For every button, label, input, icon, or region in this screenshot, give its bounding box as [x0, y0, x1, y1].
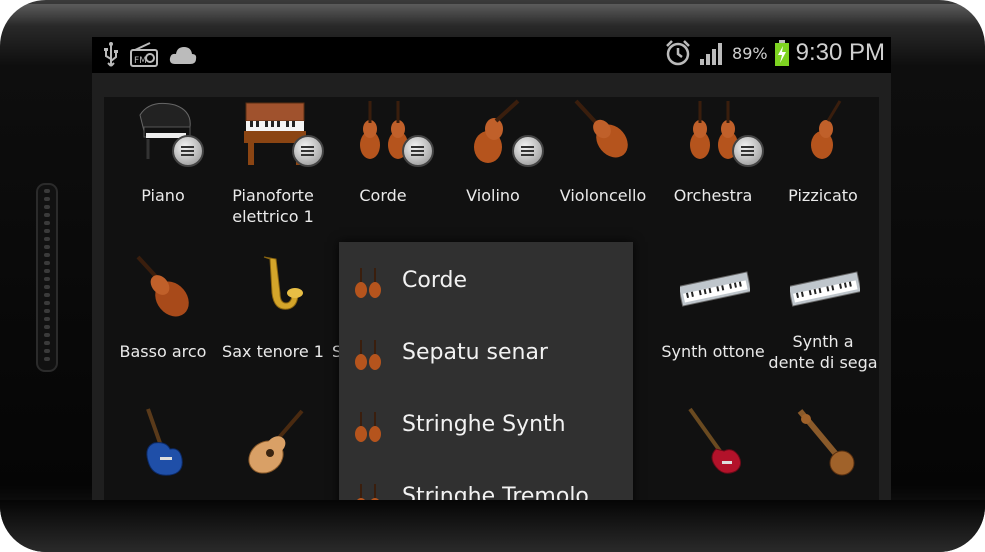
instrument-orchestra[interactable]: Orchestra — [658, 97, 768, 247]
cloud-icon — [169, 47, 197, 64]
violins-icon — [355, 340, 381, 370]
menu-item-label: Corde — [402, 268, 467, 293]
instrument-piano[interactable]: Piano — [108, 97, 218, 247]
instrument-violino[interactable]: Violino — [438, 97, 548, 247]
instrument-violoncello[interactable]: Violoncello — [548, 97, 658, 247]
menu-item-sepatu-senar[interactable]: Sepatu senar — [339, 318, 633, 390]
instrument-label: Sax tenore 1 — [222, 342, 324, 361]
bezel-highlight — [6, 4, 979, 26]
electric-guitar-icon — [146, 408, 183, 476]
menu-item-corde[interactable]: Corde — [339, 246, 633, 318]
violins-icon — [355, 412, 381, 442]
instrument-basso-arco[interactable]: Basso arco — [108, 253, 218, 403]
synth-keyboard-icon — [680, 271, 750, 307]
cello-icon — [574, 99, 628, 158]
usb-icon — [104, 42, 118, 67]
instrument-synth-dente-sega[interactable]: Synth a dente di sega — [768, 253, 878, 403]
download-badge-icon — [512, 135, 544, 167]
electric-bass-icon — [688, 407, 742, 474]
instrument-synth-ottone[interactable]: Synth ottone — [658, 253, 768, 403]
instrument-label: Violino — [466, 186, 520, 205]
instrument-pizzicato[interactable]: Pizzicato — [768, 97, 878, 247]
download-badge-icon — [292, 135, 324, 167]
acoustic-guitar-icon — [248, 409, 304, 474]
status-right: 89% 9:30 PM — [664, 39, 885, 67]
radio-icon: FM — [130, 42, 158, 67]
synth-keyboard-icon — [790, 271, 860, 307]
instrument-label: Pizzicato — [788, 186, 858, 205]
download-badge-icon — [402, 135, 434, 167]
menu-item-label: Stringhe Synth — [402, 412, 566, 437]
sitar-icon — [797, 409, 855, 476]
speaker-grille — [36, 183, 58, 372]
menu-item-stringhe-synth[interactable]: Stringhe Synth — [339, 390, 633, 462]
alarm-icon — [666, 40, 690, 66]
battery-charging-icon — [774, 40, 789, 66]
clock: 9:30 PM — [795, 39, 885, 66]
instrument-label: Piano — [141, 186, 185, 205]
instrument-label: Synth a dente di sega — [768, 332, 878, 372]
instrument-label: Violoncello — [559, 186, 647, 205]
download-badge-icon — [732, 135, 764, 167]
instrument-sax-tenore[interactable]: Sax tenore 1 — [218, 253, 328, 403]
instrument-label: Basso arco — [119, 342, 207, 361]
instrument-label: Corde — [359, 186, 407, 205]
instrument-label: Orchestra — [673, 186, 753, 205]
signal-icon — [700, 43, 723, 65]
instrument-label: Synth ottone — [661, 342, 765, 361]
bezel-bottom — [0, 500, 985, 552]
menu-item-label: Sepatu senar — [402, 340, 548, 365]
saxophone-icon — [263, 256, 303, 310]
instrument-variant-menu: Corde Sepatu senar Stringhe Synth String… — [339, 242, 633, 516]
svg-text:FM: FM — [134, 56, 147, 66]
violin-icon — [811, 100, 842, 159]
battery-percent: 89% — [732, 43, 768, 63]
instrument-label: Pianoforte elettrico 1 — [232, 186, 314, 226]
phone-frame: FM 89% 9:30 PM Piano Pianoforte elettric… — [0, 0, 985, 552]
violins-icon — [355, 268, 381, 298]
download-badge-icon — [172, 135, 204, 167]
double-bass-icon — [136, 255, 189, 317]
instrument-corde[interactable]: Corde — [328, 97, 438, 247]
instrument-electric-piano[interactable]: Pianoforte elettrico 1 — [218, 97, 328, 247]
screen: FM 89% 9:30 PM Piano Pianoforte elettric… — [92, 37, 891, 516]
status-bar: FM 89% 9:30 PM — [92, 37, 891, 73]
status-left: FM — [102, 42, 198, 68]
